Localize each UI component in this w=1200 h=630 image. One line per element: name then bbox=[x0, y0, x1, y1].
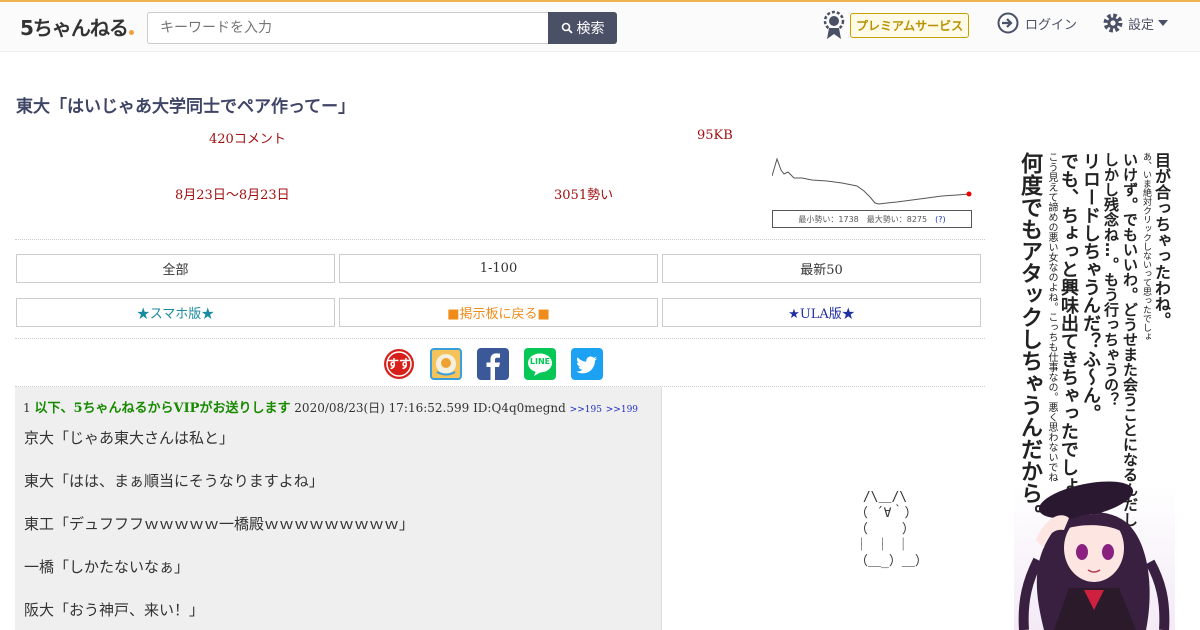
momentum-stats: 最小勢い：1738 最大勢い：8275 (?) bbox=[772, 210, 972, 228]
momentum-help-link[interactable]: (?) bbox=[935, 215, 946, 224]
momentum: 3051勢い bbox=[554, 188, 614, 203]
post-line: 京大「じゃあ東大さんは私と」 bbox=[24, 429, 235, 447]
premium-medal-icon bbox=[823, 10, 845, 39]
post-reply-ref[interactable]: >>199 bbox=[606, 405, 638, 415]
post-line: 阪大「おう神戸、来い！」 bbox=[24, 601, 205, 619]
latest-50-button[interactable]: 最新50 bbox=[662, 254, 981, 283]
sparkline-end-dot bbox=[966, 191, 972, 197]
ad-character-illustration bbox=[1018, 481, 1170, 630]
comment-count: 420コメント bbox=[209, 132, 286, 147]
range-label: 1-100 bbox=[479, 261, 518, 276]
back-to-board-label: ■掲示板に戻る■ bbox=[447, 307, 550, 322]
latest-label: 最新50 bbox=[800, 263, 843, 278]
back-to-board-button[interactable]: ■掲示板に戻る■ bbox=[339, 298, 658, 327]
premium-link[interactable]: プレミアムサービス bbox=[822, 10, 970, 40]
post-header: 1 以下、5ちゃんねるからVIPがお送りします 2020/08/23(日) 17… bbox=[23, 397, 638, 416]
ad-text-column: こう見えて諦めの悪い女なのよね。こっちも仕事なの。悪く思わないでね bbox=[1046, 152, 1057, 482]
thread-size: 95KB bbox=[697, 128, 733, 143]
post-author: 以下、5ちゃんねるからVIPがお送りします bbox=[34, 401, 291, 416]
facebook-share-button[interactable] bbox=[477, 348, 509, 380]
premium-label: プレミアムサービス bbox=[850, 12, 970, 38]
post-datetime: 2020/08/23(日) 17:16:52.599 ID:Q4q0megnd bbox=[294, 401, 566, 415]
post-line: 一橋「しかたないなぁ」 bbox=[24, 558, 190, 576]
search-input[interactable] bbox=[147, 12, 549, 44]
search-button[interactable]: 検索 bbox=[548, 12, 617, 44]
ad-text-column: しかし残念ね…。もう行っちゃうの？ bbox=[1102, 152, 1120, 407]
date-range: 8月23日〜8月23日 bbox=[175, 188, 290, 203]
gear-icon bbox=[1103, 13, 1123, 33]
thread-title: 東大「はいじゃあ大学同士でペア作ってー」 bbox=[16, 97, 356, 117]
site-logo[interactable]: 5ちゃんねる bbox=[20, 12, 134, 41]
line-label: LINE bbox=[529, 357, 551, 366]
post-reply-ref[interactable]: >>195 bbox=[570, 405, 602, 415]
caret-down-icon bbox=[1158, 20, 1169, 26]
twitter-icon bbox=[576, 356, 597, 374]
matome-icon bbox=[436, 354, 456, 376]
login-link[interactable]: ログイン bbox=[997, 12, 1077, 34]
smartphone-label: ★スマホ版★ bbox=[136, 307, 215, 322]
twitter-share-button[interactable] bbox=[571, 348, 603, 380]
ula-label: ★ULA版★ bbox=[788, 307, 855, 322]
settings-menu[interactable]: 設定 bbox=[1102, 12, 1169, 34]
login-icon bbox=[997, 12, 1019, 34]
post-line: 東大「はは、まぁ順当にそうなりますよね」 bbox=[24, 472, 324, 490]
divider bbox=[15, 338, 985, 339]
susu-share-button[interactable]: すす bbox=[383, 348, 415, 380]
cat-ascii-art: /\＿/\ （ ´∀｀） （ ） ｜ ｜ ｜ （＿_）＿） bbox=[855, 490, 928, 569]
show-all-label: 全部 bbox=[162, 263, 189, 278]
post-number: 1 bbox=[23, 401, 31, 415]
settings-label: 設定 bbox=[1128, 17, 1155, 33]
momentum-stats-text: 最小勢い：1738 最大勢い：8275 bbox=[798, 214, 928, 224]
post-1: 1 以下、5ちゃんねるからVIPがお送りします 2020/08/23(日) 17… bbox=[15, 387, 662, 630]
momentum-sparkline bbox=[772, 157, 972, 205]
search-button-label: 検索 bbox=[576, 21, 605, 37]
ad-text-column: あ、いま絶対クリックしないって思ったでしょ bbox=[1141, 152, 1151, 341]
show-all-button[interactable]: 全部 bbox=[16, 254, 335, 283]
range-1-100-button[interactable]: 1-100 bbox=[339, 254, 658, 283]
login-label: ログイン bbox=[1025, 17, 1078, 33]
facebook-icon bbox=[486, 353, 500, 380]
ula-version-button[interactable]: ★ULA版★ bbox=[662, 298, 981, 327]
line-share-button[interactable]: LINE bbox=[524, 348, 556, 380]
side-advertisement[interactable]: 目が合っちゃったわね。 あ、いま絶対クリックしないって思ったでしょ いけず。でも… bbox=[1014, 150, 1175, 630]
header-bar: 5ちゃんねる 検索 プレミアムサービス ログイン 設定 bbox=[0, 0, 1200, 52]
susu-label: すす bbox=[386, 357, 411, 371]
logo-dot-icon bbox=[128, 30, 134, 35]
divider bbox=[15, 239, 985, 240]
matome-share-button[interactable] bbox=[430, 348, 462, 380]
logo-text: 5ちゃんねる bbox=[20, 16, 129, 40]
smartphone-version-button[interactable]: ★スマホ版★ bbox=[16, 298, 335, 327]
post-line: 東工「デュフフフｗｗｗｗｗ一橋殿ｗｗｗｗｗｗｗｗｗ」 bbox=[24, 515, 415, 533]
search-icon bbox=[561, 22, 573, 34]
